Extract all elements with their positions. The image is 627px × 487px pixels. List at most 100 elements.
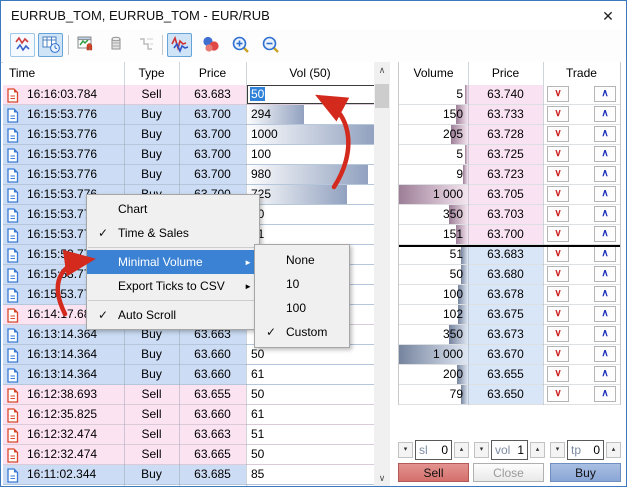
sell-at-price-button[interactable]: ∨ xyxy=(547,326,569,342)
buy-at-price-button[interactable]: ∧ xyxy=(594,106,616,122)
time-sales-row[interactable]: 16:12:38.693Sell63.65550 xyxy=(3,385,374,405)
column-header-time[interactable]: Time xyxy=(3,62,124,84)
cell-price[interactable]: 63.670 xyxy=(468,345,543,364)
cell-price[interactable]: 63.728 xyxy=(468,125,543,144)
scroll-down-icon[interactable]: ∨ xyxy=(374,470,390,486)
buy-at-price-button[interactable]: ∧ xyxy=(594,286,616,302)
spinner-decrease-button[interactable]: ▾ xyxy=(550,442,565,458)
buy-at-price-button[interactable]: ∧ xyxy=(594,126,616,142)
spinner-decrease-button[interactable]: ▾ xyxy=(474,442,489,458)
depth-cylinder-button[interactable] xyxy=(103,33,128,57)
buy-at-price-button[interactable]: ∧ xyxy=(594,306,616,322)
cell-price[interactable]: 63.678 xyxy=(468,285,543,304)
cell-price[interactable]: 63.655 xyxy=(468,365,543,384)
time-sales-row[interactable]: 16:12:35.825Sell63.66061 xyxy=(3,405,374,425)
time-sales-row[interactable]: 16:15:53.776Buy63.700100 xyxy=(3,145,374,165)
step-lines-button[interactable] xyxy=(133,33,158,57)
cell-price[interactable]: 63.650 xyxy=(468,385,543,404)
cell-price[interactable]: 63.700 xyxy=(468,225,543,244)
buy-at-price-button[interactable]: ∧ xyxy=(594,186,616,202)
menu-item-minimal-volume[interactable]: Minimal Volume► xyxy=(87,250,259,274)
tick-chart-button[interactable] xyxy=(167,33,192,57)
close-icon[interactable]: ✕ xyxy=(598,6,618,26)
sell-at-price-button[interactable]: ∨ xyxy=(547,226,569,242)
buy-button[interactable]: Buy xyxy=(550,463,621,482)
cell-price[interactable]: 63.675 xyxy=(468,305,543,324)
close-position-button[interactable]: Close xyxy=(473,463,544,482)
spinner-increase-button[interactable]: ▴ xyxy=(454,442,469,458)
chart-magnet-button[interactable] xyxy=(73,33,98,57)
cell-price[interactable]: 63.705 xyxy=(468,185,543,204)
sell-at-price-button[interactable]: ∨ xyxy=(547,166,569,182)
buy-at-price-button[interactable]: ∧ xyxy=(594,346,616,362)
cell-price[interactable]: 63.723 xyxy=(468,165,543,184)
tp-field[interactable]: tp0 xyxy=(567,440,604,460)
time-sales-row[interactable]: 16:13:14.364Buy63.66061 xyxy=(3,365,374,385)
time-sales-row[interactable]: 16:15:53.776Buy63.700980 xyxy=(3,165,374,185)
sell-at-price-button[interactable]: ∨ xyxy=(547,386,569,402)
menu-item-time-sales[interactable]: ✓Time & Sales xyxy=(87,221,259,245)
column-header-trade[interactable]: Trade xyxy=(543,62,620,84)
scrollbar-thumb[interactable] xyxy=(375,84,389,108)
time-sales-row[interactable]: 16:15:53.776Buy63.700294 xyxy=(3,105,374,125)
time-and-sales-button[interactable] xyxy=(38,33,63,57)
spinner-decrease-button[interactable]: ▾ xyxy=(398,442,413,458)
buy-at-price-button[interactable]: ∧ xyxy=(594,266,616,282)
menu-item-chart[interactable]: Chart xyxy=(87,197,259,221)
vertical-scrollbar[interactable]: ∧ ∨ xyxy=(374,62,390,486)
sell-at-price-button[interactable]: ∨ xyxy=(547,266,569,282)
sell-at-price-button[interactable]: ∨ xyxy=(547,346,569,362)
column-header-type[interactable]: Type xyxy=(124,62,179,84)
sell-button[interactable]: Sell xyxy=(398,463,469,482)
menu-item-auto-scroll[interactable]: ✓Auto Scroll xyxy=(87,303,259,327)
sell-at-price-button[interactable]: ∨ xyxy=(547,106,569,122)
zoom-out-button[interactable] xyxy=(257,33,282,57)
menu-item-custom[interactable]: ✓Custom xyxy=(255,320,349,344)
buy-at-price-button[interactable]: ∧ xyxy=(594,366,616,382)
buy-at-price-button[interactable]: ∧ xyxy=(594,386,616,402)
cell-price[interactable]: 63.680 xyxy=(468,265,543,284)
cell-price[interactable]: 63.733 xyxy=(468,105,543,124)
buy-at-price-button[interactable]: ∧ xyxy=(594,226,616,242)
sell-at-price-button[interactable]: ∨ xyxy=(547,206,569,222)
sell-at-price-button[interactable]: ∨ xyxy=(547,146,569,162)
time-sales-row[interactable]: 16:12:32.474Sell63.66351 xyxy=(3,425,374,445)
spinner-increase-button[interactable]: ▴ xyxy=(530,442,545,458)
cell-price[interactable]: 63.725 xyxy=(468,145,543,164)
column-header-price[interactable]: Price xyxy=(468,62,543,84)
vol-field[interactable]: vol1 xyxy=(491,440,528,460)
cell-price[interactable]: 63.673 xyxy=(468,325,543,344)
sell-at-price-button[interactable]: ∨ xyxy=(547,86,569,102)
buy-at-price-button[interactable]: ∧ xyxy=(594,146,616,162)
spinner-increase-button[interactable]: ▴ xyxy=(606,442,621,458)
menu-item-export-ticks-to-csv[interactable]: Export Ticks to CSV► xyxy=(87,274,259,298)
sell-at-price-button[interactable]: ∨ xyxy=(547,246,569,262)
minimal-volume-input[interactable]: 50 xyxy=(247,85,374,104)
scroll-up-icon[interactable]: ∧ xyxy=(374,62,390,78)
buy-at-price-button[interactable]: ∧ xyxy=(594,206,616,222)
time-sales-row[interactable]: 16:13:14.364Buy63.66050 xyxy=(3,345,374,365)
time-sales-row[interactable]: 16:15:53.776Buy63.7001000 xyxy=(3,125,374,145)
sell-at-price-button[interactable]: ∨ xyxy=(547,186,569,202)
sell-at-price-button[interactable]: ∨ xyxy=(547,366,569,382)
cell-price[interactable]: 63.703 xyxy=(468,205,543,224)
buy-at-price-button[interactable]: ∧ xyxy=(594,326,616,342)
cell-price[interactable]: 63.740 xyxy=(468,85,543,104)
menu-item-10[interactable]: 10 xyxy=(255,272,349,296)
column-header-vol-50-[interactable]: Vol (50) xyxy=(246,62,374,84)
zoom-in-button[interactable] xyxy=(227,33,252,57)
sell-at-price-button[interactable]: ∨ xyxy=(547,306,569,322)
time-sales-row[interactable]: 16:16:03.784Sell63.68350 xyxy=(3,85,374,105)
time-sales-row[interactable]: 16:11:02.344Buy63.68585 xyxy=(3,465,374,485)
buy-at-price-button[interactable]: ∧ xyxy=(594,86,616,102)
sell-at-price-button[interactable]: ∨ xyxy=(547,286,569,302)
time-sales-row[interactable]: 16:12:32.474Sell63.66550 xyxy=(3,445,374,465)
menu-item-none[interactable]: None xyxy=(255,248,349,272)
tick-chart-small-button[interactable] xyxy=(10,33,35,57)
buy-at-price-button[interactable]: ∧ xyxy=(594,166,616,182)
column-header-volume[interactable]: Volume xyxy=(399,62,468,84)
buy-at-price-button[interactable]: ∧ xyxy=(594,246,616,262)
bubbles-button[interactable] xyxy=(197,33,222,57)
menu-item-100[interactable]: 100 xyxy=(255,296,349,320)
column-header-price[interactable]: Price xyxy=(179,62,246,84)
